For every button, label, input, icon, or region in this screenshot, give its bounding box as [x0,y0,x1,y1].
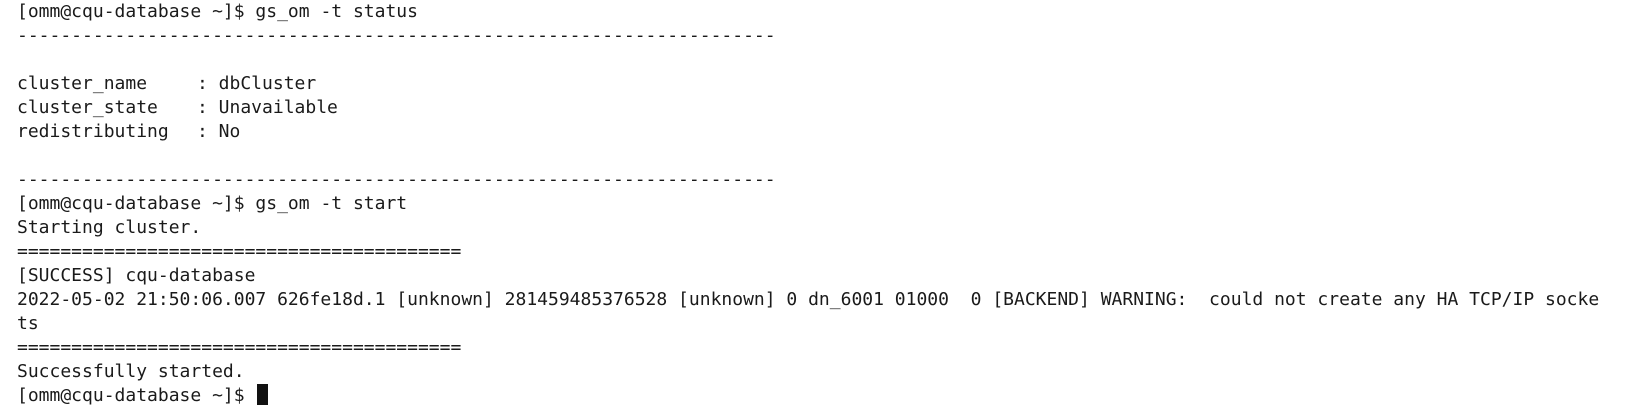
starting-message: Starting cluster. [17,217,202,238]
text-cursor [257,384,269,405]
field-key: redistributing [17,121,169,142]
field-value: : dbCluster [197,73,317,94]
equals-separator: ========================================… [17,241,462,262]
field-key: cluster_state [17,97,158,118]
start-command-line: [omm@cqu-database ~]$ gs_om -t start [17,192,1627,216]
shell-prompt: [omm@cqu-database ~]$ [17,193,256,214]
dash-separator: ----------------------------------------… [17,25,776,46]
warning-message: 2022-05-02 21:50:06.007 626fe18d.1 [unkn… [17,289,1600,310]
dash-separator: ----------------------------------------… [17,169,776,190]
warning-message-wrap: ts [17,313,39,334]
active-prompt-line[interactable]: [omm@cqu-database ~]$ [17,384,1627,408]
command-text: gs_om -t start [255,193,408,214]
success-message: [SUCCESS] cqu-database [17,265,256,286]
status-field-cluster-state: cluster_state : Unavailable [17,96,1627,120]
equals-separator: ========================================… [17,337,462,358]
status-field-redistributing: redistributing : No [17,120,1627,144]
field-key: cluster_name [17,73,148,94]
field-value: : No [197,121,241,142]
field-value: : Unavailable [197,97,338,118]
status-field-cluster-name: cluster_name : dbCluster [17,72,1627,96]
terminal-window[interactable]: [omm@cqu-database ~]$ gs_om -t status --… [0,0,1627,407]
started-message: Successfully started. [17,361,245,382]
shell-prompt: [omm@cqu-database ~]$ [17,1,256,22]
status-command-line: [omm@cqu-database ~]$ gs_om -t status [17,0,1627,24]
command-text: gs_om -t status [255,1,418,22]
shell-prompt: [omm@cqu-database ~]$ [17,385,256,406]
